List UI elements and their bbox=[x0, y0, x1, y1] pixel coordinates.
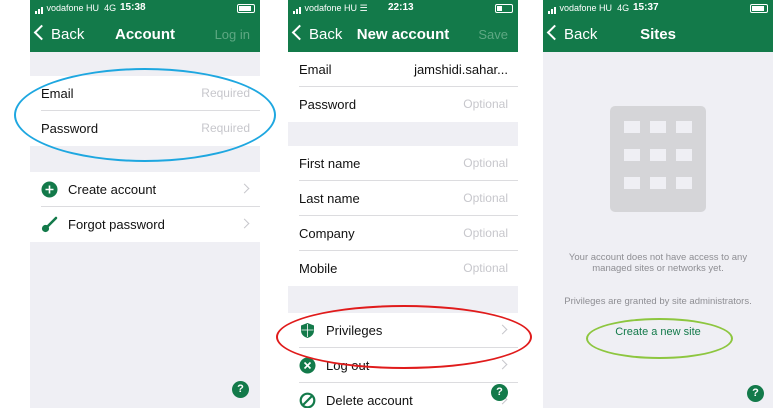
first-name-label: First name bbox=[299, 156, 361, 171]
forgot-password-label: Forgot password bbox=[68, 217, 165, 232]
email-field[interactable]: Email Required bbox=[30, 76, 260, 111]
password-field[interactable]: Password Required bbox=[30, 111, 260, 146]
clock: 15:38 bbox=[120, 2, 146, 13]
password-placeholder: Required bbox=[201, 121, 250, 135]
status-bar: vodafone HU 4G 15:37 bbox=[543, 0, 773, 16]
email-label: Email bbox=[299, 62, 332, 77]
email-placeholder: Required bbox=[201, 86, 250, 100]
login-button[interactable]: Log in bbox=[215, 27, 250, 42]
company-label: Company bbox=[299, 226, 355, 241]
battery-icon bbox=[750, 4, 768, 14]
carrier-label: vodafone HU bbox=[46, 3, 100, 13]
plus-circle-icon bbox=[41, 181, 58, 198]
mobile-label: Mobile bbox=[299, 261, 338, 276]
company-placeholder: Optional bbox=[463, 226, 508, 240]
last-name-placeholder: Optional bbox=[463, 191, 508, 205]
create-site-link[interactable]: Create a new site bbox=[543, 326, 773, 338]
password-label: Password bbox=[41, 121, 99, 136]
password-field[interactable]: Password Optional bbox=[288, 87, 518, 122]
new-account-screen: vodafone HU ☰ 22:13 Back New account Sav… bbox=[288, 0, 518, 408]
chevron-right-icon bbox=[239, 183, 250, 194]
help-button[interactable]: ? bbox=[747, 385, 764, 402]
mobile-field[interactable]: Mobile Optional bbox=[288, 251, 518, 286]
carrier-label: vodafone HU bbox=[304, 3, 358, 13]
delete-account-label: Delete account bbox=[326, 393, 413, 408]
logout-item[interactable]: Log out bbox=[288, 348, 518, 383]
account-screen: vodafone HU 4G 15:38 Back Account Log in… bbox=[30, 0, 260, 408]
last-name-label: Last name bbox=[299, 191, 360, 206]
nav-bar: Back Sites bbox=[543, 16, 773, 52]
delete-account-item[interactable]: Delete account bbox=[288, 383, 518, 408]
clock: 15:37 bbox=[633, 2, 659, 13]
network-label: 4G bbox=[617, 3, 630, 13]
signal-icon bbox=[548, 4, 557, 14]
last-name-field[interactable]: Last name Optional bbox=[288, 181, 518, 216]
create-account-label: Create account bbox=[68, 182, 157, 197]
save-button[interactable]: Save bbox=[478, 27, 508, 42]
no-entry-icon bbox=[299, 392, 316, 408]
battery-icon bbox=[495, 4, 513, 14]
sites-screen: vodafone HU 4G 15:37 Back Sites Your acc… bbox=[543, 0, 773, 408]
password-label: Password bbox=[299, 97, 357, 112]
chevron-right-icon bbox=[497, 324, 508, 335]
chevron-right-icon bbox=[497, 359, 508, 370]
help-button[interactable]: ? bbox=[232, 381, 249, 398]
close-circle-icon bbox=[299, 357, 316, 374]
first-name-placeholder: Optional bbox=[463, 156, 508, 170]
shield-icon bbox=[301, 323, 314, 338]
carrier-label: vodafone HU bbox=[559, 3, 613, 13]
key-icon bbox=[41, 216, 58, 233]
password-placeholder: Optional bbox=[463, 97, 508, 111]
logout-label: Log out bbox=[326, 358, 370, 373]
privileges-message: Privileges are granted by site administr… bbox=[564, 296, 752, 307]
no-access-message: Your account does not have access to any… bbox=[568, 252, 748, 274]
status-bar: vodafone HU 4G 15:38 bbox=[30, 0, 260, 16]
company-field[interactable]: Company Optional bbox=[288, 216, 518, 251]
signal-icon bbox=[35, 4, 44, 14]
forgot-password-item[interactable]: Forgot password bbox=[30, 207, 260, 242]
email-field[interactable]: Email jamshidi.sahar... bbox=[288, 52, 518, 87]
nav-bar: Back Account Log in bbox=[30, 16, 260, 52]
help-button[interactable]: ? bbox=[491, 384, 508, 401]
page-title: Sites bbox=[640, 26, 676, 43]
privileges-label: Privileges bbox=[326, 323, 383, 338]
create-account-item[interactable]: Create account bbox=[30, 172, 260, 207]
wifi-icon: ☰ bbox=[359, 3, 368, 13]
email-value: jamshidi.sahar... bbox=[414, 62, 508, 77]
first-name-field[interactable]: First name Optional bbox=[288, 146, 518, 181]
signal-icon bbox=[293, 4, 302, 14]
network-label: 4G bbox=[104, 3, 117, 13]
chevron-right-icon bbox=[239, 218, 250, 229]
mobile-placeholder: Optional bbox=[463, 261, 508, 275]
privileges-item[interactable]: Privileges bbox=[288, 313, 518, 348]
building-icon bbox=[610, 106, 706, 212]
nav-bar: Back New account Save bbox=[288, 16, 518, 52]
status-bar: vodafone HU ☰ 22:13 bbox=[288, 0, 518, 16]
clock: 22:13 bbox=[388, 2, 414, 13]
battery-icon bbox=[237, 4, 255, 14]
email-label: Email bbox=[41, 86, 74, 101]
